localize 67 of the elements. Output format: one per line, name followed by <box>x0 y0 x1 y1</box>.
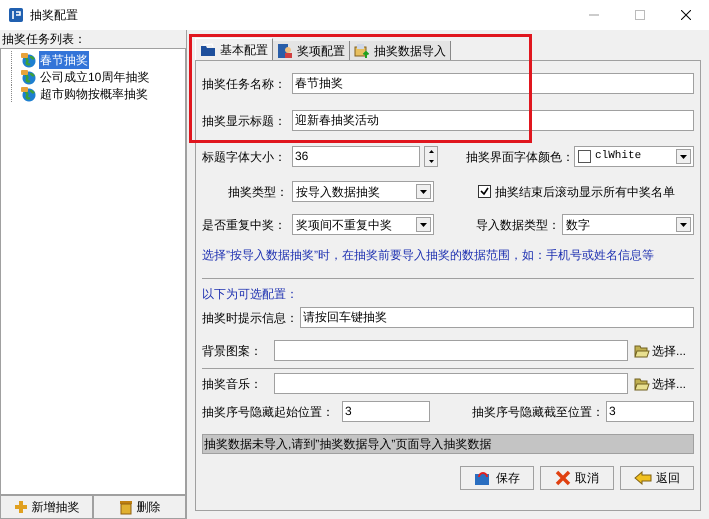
field-label: 抽奖时提示信息： <box>202 310 298 326</box>
maximize-icon <box>635 10 645 20</box>
checkbox[interactable] <box>478 185 491 198</box>
globe-icon <box>20 52 36 68</box>
sidebar-button[interactable]: 新增抽奖 <box>0 495 93 519</box>
field-label: 抽奖显示标题： <box>202 112 287 130</box>
field-label: 抽奖序号隐藏截至位置： <box>471 404 604 420</box>
spin-button[interactable] <box>424 146 438 167</box>
section-heading: 以下为可选配置： <box>202 286 299 303</box>
caret-icon <box>416 217 431 232</box>
input-field[interactable]: 春节抽奖 <box>292 73 694 94</box>
sidebar-button[interactable]: 删除 <box>93 495 186 519</box>
caret-icon <box>676 217 691 232</box>
tree-item[interactable]: 春节抽奖 <box>39 50 89 68</box>
app-icon <box>8 7 24 23</box>
dropdown[interactable]: 按导入数据抽奖 <box>292 181 434 202</box>
field-label: 抽奖音乐： <box>202 376 263 392</box>
field-label: 标题字体大小： <box>202 148 287 166</box>
browse-button[interactable]: 选择... <box>634 374 694 392</box>
caret-icon <box>676 149 691 164</box>
action-button[interactable]: 返回 <box>620 466 694 490</box>
field-label: 抽奖结束后滚动显示所有中奖名单 <box>495 184 675 200</box>
field-label: 导入数据类型： <box>475 216 560 234</box>
input-field[interactable]: 请按回车键抽奖 <box>300 307 694 328</box>
status-bar: 抽奖数据未导入,请到”抽奖数据导入”页面导入抽奖数据 <box>202 434 694 454</box>
field-label: 抽奖序号隐藏起始位置： <box>202 404 335 420</box>
close-icon <box>681 10 691 20</box>
tab[interactable]: 奖项配置 <box>273 41 350 60</box>
field-label: 是否重复中奖： <box>202 216 287 234</box>
input-field[interactable]: 3 <box>606 401 694 422</box>
arrow-left-icon <box>634 471 652 485</box>
field-label: 抽奖界面字体颜色： <box>465 148 574 166</box>
tree-item[interactable]: 公司成立10周年抽奖 <box>39 68 150 86</box>
caret-icon <box>416 184 431 199</box>
input-field[interactable] <box>274 373 628 394</box>
tree-item[interactable]: 超市购物按概率抽奖 <box>39 84 149 102</box>
window-title: 抽奖配置 <box>30 7 78 24</box>
open-folder-icon <box>634 376 650 390</box>
field-label: 背景图案： <box>202 342 263 360</box>
down-arrow-icon <box>428 160 434 163</box>
input-field[interactable]: 迎新春抽奖活动 <box>292 110 694 131</box>
hint-text: 选择”按导入数据抽奖”时，在抽奖前要导入抽奖的数据范围，如：手机号或姓名信息等 <box>202 247 655 264</box>
action-button[interactable]: 取消 <box>540 466 614 490</box>
list-label: 抽奖任务列表： <box>1 31 87 48</box>
import-icon <box>354 42 370 58</box>
browse-button[interactable]: 选择... <box>634 342 694 360</box>
dropdown[interactable]: 数字 <box>562 214 694 235</box>
input-field[interactable] <box>274 340 628 361</box>
color-dropdown[interactable]: clWhite <box>574 146 694 167</box>
input-field[interactable]: 3 <box>342 401 430 422</box>
person-icon <box>277 42 293 58</box>
cross-icon <box>555 470 571 486</box>
dropdown[interactable]: 奖项间不重复中奖 <box>292 214 434 235</box>
open-folder-icon <box>634 344 650 358</box>
trash-icon <box>118 500 132 514</box>
plus-icon <box>14 500 28 514</box>
globe-icon <box>20 68 36 84</box>
tab[interactable]: 抽奖数据导入 <box>350 41 451 60</box>
input-field[interactable]: 36 <box>292 146 420 167</box>
field-label: 抽奖任务名称： <box>202 76 287 92</box>
field-label: 抽奖类型： <box>227 184 288 200</box>
action-button[interactable]: 保存 <box>460 466 534 490</box>
globe-icon <box>20 86 36 102</box>
up-arrow-icon <box>428 150 434 154</box>
folder-icon <box>200 42 216 56</box>
tab[interactable]: 基本配置 <box>195 38 273 60</box>
folder-arrow-icon <box>474 470 492 486</box>
